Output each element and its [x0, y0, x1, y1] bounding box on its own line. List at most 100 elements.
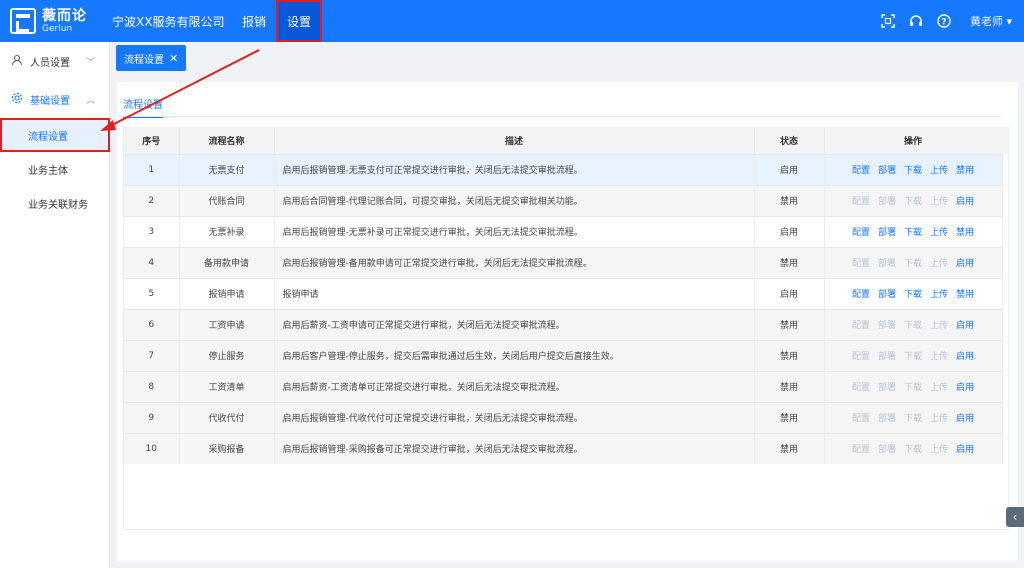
enable-link[interactable]: 启用 — [956, 349, 974, 362]
disable-link[interactable]: 禁用 — [956, 225, 974, 238]
disable-link[interactable]: 禁用 — [956, 163, 974, 176]
configure-link[interactable]: 配置 — [852, 194, 870, 207]
process-status: 禁用 — [754, 370, 825, 402]
upload-link[interactable]: 上传 — [930, 287, 948, 300]
column-header: 序号 — [124, 128, 180, 154]
enable-link[interactable]: 启用 — [956, 318, 974, 331]
svg-text:?: ? — [941, 18, 946, 28]
sidebar-group-personnel[interactable]: 人员设置 ﹀ — [0, 42, 109, 80]
sidebar-item-process-settings[interactable]: 流程设置 — [0, 118, 110, 152]
row-actions: 配置 部署 下载 上传 禁用 — [824, 153, 1003, 185]
logo-icon — [10, 8, 36, 34]
deploy-link[interactable]: 部署 — [878, 318, 896, 331]
row-number: 8 — [124, 370, 180, 402]
upload-link[interactable]: 上传 — [930, 256, 948, 269]
download-link[interactable]: 下载 — [904, 287, 922, 300]
table-row[interactable]: 3 无票补录 启用后报销管理-无票补录可正常提交进行审批，关闭后无法提交审批流程。启… — [124, 215, 1003, 247]
enable-link[interactable]: 启用 — [956, 442, 974, 455]
upload-link[interactable]: 上传 — [930, 225, 948, 238]
headset-icon[interactable] — [908, 13, 924, 29]
upload-link[interactable]: 上传 — [930, 163, 948, 176]
table-row[interactable]: 8 工资清单 启用后薪资-工资清单可正常提交进行审批，关闭后无法提交审批流程。 禁用配… — [124, 370, 1003, 402]
deploy-link[interactable]: 部署 — [878, 287, 896, 300]
configure-link[interactable]: 配置 — [852, 163, 870, 176]
configure-link[interactable]: 配置 — [852, 225, 870, 238]
upload-link[interactable]: 上传 — [930, 349, 948, 362]
upload-link[interactable]: 上传 — [930, 318, 948, 331]
table-row[interactable]: 4 备用款申请 启用后报销管理-备用款申请可正常提交进行审批，关闭后无法提交审批流程… — [124, 246, 1003, 278]
disable-link[interactable]: 禁用 — [956, 287, 974, 300]
process-description: 启用后合同管理-代理记账合同，可提交审批，关闭后无提交审批相关功能。 — [274, 184, 755, 216]
table-row[interactable]: 6 工资申请 启用后薪资-工资申请可正常提交进行审批，关闭后无法提交审批流程。 禁用配… — [124, 308, 1003, 340]
inner-tab-process-settings[interactable]: 流程设置 — [123, 96, 163, 118]
download-link[interactable]: 下载 — [904, 256, 922, 269]
process-table: 序号 流程名称 描述 状态 操作 1 无票支付 启用后报销管理-无票支付可正常提交进… — [123, 127, 1009, 530]
row-actions: 配置 部署 下载 上传 禁用 — [824, 277, 1003, 309]
deploy-link[interactable]: 部署 — [878, 380, 896, 393]
row-actions: 配置 部署 下载 上传 启用 — [824, 370, 1003, 402]
download-link[interactable]: 下载 — [904, 163, 922, 176]
process-status: 禁用 — [754, 432, 825, 464]
row-number: 1 — [124, 153, 180, 185]
scan-icon[interactable] — [880, 13, 896, 29]
table-row[interactable]: 2 代账合同 启用后合同管理-代理记账合同，可提交审批，关闭后无提交审批相关功能。禁… — [124, 184, 1003, 216]
download-link[interactable]: 下载 — [904, 194, 922, 207]
deploy-link[interactable]: 部署 — [878, 225, 896, 238]
download-link[interactable]: 下载 — [904, 225, 922, 238]
configure-link[interactable]: 配置 — [852, 411, 870, 424]
upload-link[interactable]: 上传 — [930, 194, 948, 207]
column-header: 状态 — [754, 128, 825, 154]
logo[interactable]: 薇而论 Gerlun — [10, 8, 102, 34]
process-name: 备用款申请 — [179, 246, 275, 278]
tab-process-settings[interactable]: 流程设置 ✕ — [116, 45, 187, 71]
sidebar-item-business-entity[interactable]: 业务主体 — [0, 152, 109, 186]
logo-name-cn: 薇而论 — [42, 7, 87, 24]
process-status: 禁用 — [754, 401, 825, 433]
enable-link[interactable]: 启用 — [956, 256, 974, 269]
process-status: 禁用 — [754, 339, 825, 371]
collapse-panel-button[interactable]: ‹ — [1006, 507, 1024, 527]
configure-link[interactable]: 配置 — [852, 318, 870, 331]
sidebar-group-basic[interactable]: 基础设置 ︿ — [0, 80, 109, 118]
nav-reimbursement[interactable]: 报销 — [232, 0, 276, 42]
table-row[interactable]: 1 无票支付 启用后报销管理-无票支付可正常提交进行审批，关闭后无法提交审批流程。启… — [124, 153, 1003, 185]
table-row[interactable]: 10 采购报备 启用后报销管理-采购报备可正常提交进行审批，关闭后无法提交审批流程。… — [124, 432, 1003, 464]
close-icon[interactable]: ✕ — [169, 52, 178, 65]
enable-link[interactable]: 启用 — [956, 194, 974, 207]
table-row[interactable]: 9 代收代付 启用后报销管理-代收代付可正常提交进行审批，关闭后无法提交审批流程。禁… — [124, 401, 1003, 433]
row-actions: 配置 部署 下载 上传 启用 — [824, 246, 1003, 278]
upload-link[interactable]: 上传 — [930, 380, 948, 393]
row-number: 4 — [124, 246, 180, 278]
configure-link[interactable]: 配置 — [852, 380, 870, 393]
deploy-link[interactable]: 部署 — [878, 256, 896, 269]
download-link[interactable]: 下载 — [904, 349, 922, 362]
enable-link[interactable]: 启用 — [956, 380, 974, 393]
table-row[interactable]: 7 停止服务 启用后客户管理-停止服务，提交后需审批通过后生效，关闭后用户提交后直接… — [124, 339, 1003, 371]
download-link[interactable]: 下载 — [904, 411, 922, 424]
enable-link[interactable]: 启用 — [956, 411, 974, 424]
process-status: 禁用 — [754, 246, 825, 278]
configure-link[interactable]: 配置 — [852, 287, 870, 300]
sidebar-item-business-finance[interactable]: 业务关联财务 — [0, 186, 109, 220]
configure-link[interactable]: 配置 — [852, 442, 870, 455]
upload-link[interactable]: 上传 — [930, 411, 948, 424]
nav-settings[interactable]: 设置 — [276, 0, 323, 42]
upload-link[interactable]: 上传 — [930, 442, 948, 455]
deploy-link[interactable]: 部署 — [878, 349, 896, 362]
download-link[interactable]: 下载 — [904, 380, 922, 393]
table-row[interactable]: 5 报销申请 报销申请 启用 配置 部署 下载 上传 禁用 — [124, 277, 1003, 309]
deploy-link[interactable]: 部署 — [878, 442, 896, 455]
column-header: 描述 — [274, 128, 755, 154]
main-content: 流程设置 序号 流程名称 描述 状态 操作 1 无票支付 启用后报销管理-无票支… — [117, 82, 1018, 562]
company-name[interactable]: 宁波XX服务有限公司 — [112, 13, 232, 30]
download-link[interactable]: 下载 — [904, 442, 922, 455]
help-icon[interactable]: ? — [936, 13, 952, 29]
configure-link[interactable]: 配置 — [852, 256, 870, 269]
deploy-link[interactable]: 部署 — [878, 194, 896, 207]
configure-link[interactable]: 配置 — [852, 349, 870, 362]
process-description: 启用后报销管理-采购报备可正常提交进行审批，关闭后无法提交审批流程。 — [274, 432, 755, 464]
deploy-link[interactable]: 部署 — [878, 411, 896, 424]
deploy-link[interactable]: 部署 — [878, 163, 896, 176]
user-menu[interactable]: 黄老师 ▾ — [970, 13, 1012, 29]
download-link[interactable]: 下载 — [904, 318, 922, 331]
